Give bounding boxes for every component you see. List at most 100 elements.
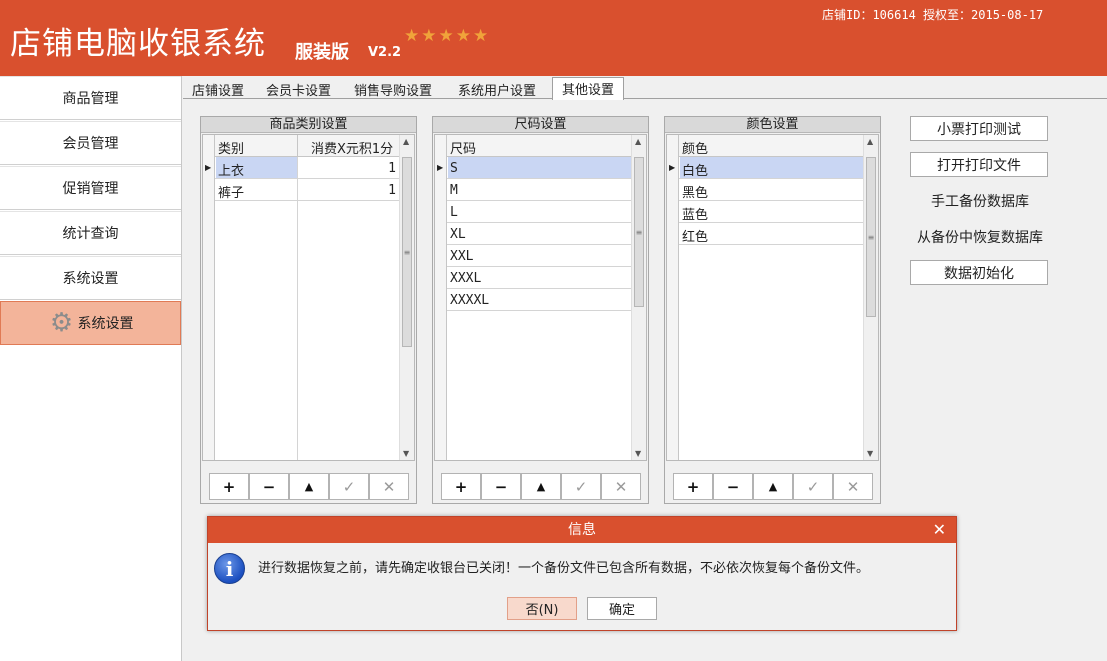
scroll-up-icon[interactable]: ▲ [403,137,409,146]
tab-store-settings[interactable]: 店铺设置 [183,79,253,99]
scroll-thumb[interactable]: ≡ [866,157,876,317]
table-row[interactable]: 红色 [667,223,865,245]
confirm-button[interactable]: ✓ [793,473,833,500]
cancel-edit-button[interactable]: ✕ [369,473,409,500]
row-header-cell [203,179,215,201]
rating-stars-icon: ★★★★★ [404,26,491,46]
column-header-points[interactable]: 消费X元积1分 [311,138,393,157]
scroll-thumb[interactable]: ≡ [634,157,644,307]
tab-system-user-settings[interactable]: 系统用户设置 [449,79,545,99]
table-row[interactable]: 裤子 1 [203,179,401,201]
confirm-button[interactable]: ✓ [561,473,601,500]
color-button-bar: + − ▲ ✓ ✕ [673,473,873,501]
table-row[interactable]: ▶ S [435,157,633,179]
color-value[interactable]: 黑色 [682,182,708,201]
close-icon[interactable]: ✕ [933,517,946,543]
sidebar-item-member[interactable]: 会员管理 [0,121,181,165]
open-print-file-button[interactable]: 打开打印文件 [910,152,1048,177]
size-value[interactable]: XXXXL [450,293,489,308]
cancel-edit-button[interactable]: ✕ [833,473,873,500]
category-points[interactable]: 1 [388,161,396,176]
move-up-button[interactable]: ▲ [521,473,561,500]
row-header-cell [667,201,679,223]
app-header: 店铺电脑收银系统 服装版 V2.2 ★★★★★ 店铺ID：106614 授权至：… [0,0,1107,76]
no-button[interactable]: 否(N) [507,597,577,620]
sidebar-item-statistics[interactable]: 统计查询 [0,211,181,255]
scroll-thumb[interactable]: ≡ [402,157,412,347]
table-row[interactable]: ▶ 白色 [667,157,865,179]
row-header-cell [435,223,447,245]
size-value[interactable]: M [450,183,458,198]
row-header-cell [435,179,447,201]
grid-header: 颜色 [667,135,865,157]
color-grid: 颜色 ▶ 白色 黑色 蓝色 红色 ▲ ≡ ▼ [666,134,879,461]
cancel-edit-button[interactable]: ✕ [601,473,641,500]
tab-member-card-settings[interactable]: 会员卡设置 [257,79,340,99]
size-value[interactable]: L [450,205,458,220]
scroll-down-icon[interactable]: ▼ [867,449,873,458]
table-row[interactable]: 黑色 [667,179,865,201]
vertical-scrollbar[interactable]: ▲ ≡ ▼ [399,135,414,460]
table-row[interactable]: XXXL [435,267,633,289]
remove-button[interactable]: − [481,473,521,500]
scroll-down-icon[interactable]: ▼ [403,449,409,458]
sidebar-item-promotion[interactable]: 促销管理 [0,166,181,210]
category-name[interactable]: 上衣 [218,160,244,179]
confirm-button[interactable]: ✓ [329,473,369,500]
table-row[interactable]: XXXXL [435,289,633,311]
size-value[interactable]: XXXL [450,271,481,286]
size-value[interactable]: S [450,161,458,176]
info-dialog: 信息 ✕ i 进行数据恢复之前，请先确定收银台已关闭！一个备份文件已包含所有数据… [207,516,957,631]
move-up-button[interactable]: ▲ [289,473,329,500]
table-row[interactable]: ▶ 上衣 1 [203,157,401,179]
tab-other-settings[interactable]: 其他设置 [552,77,625,100]
remove-button[interactable]: − [249,473,289,500]
add-button[interactable]: + [441,473,481,500]
scroll-down-icon[interactable]: ▼ [635,449,641,458]
table-row[interactable]: XL [435,223,633,245]
column-header-color[interactable]: 颜色 [682,138,708,157]
tab-sales-guide-settings[interactable]: 销售导购设置 [345,79,441,99]
edition-label: 服装版 [295,42,349,63]
vertical-scrollbar[interactable]: ▲ ≡ ▼ [631,135,646,460]
move-up-button[interactable]: ▲ [753,473,793,500]
scroll-up-icon[interactable]: ▲ [867,137,873,146]
table-row[interactable]: XXL [435,245,633,267]
panel-title: 尺码设置 [433,117,648,133]
restore-backup-link[interactable]: 从备份中恢复数据库 [900,227,1060,247]
color-value[interactable]: 红色 [682,226,708,245]
size-button-bar: + − ▲ ✓ ✕ [441,473,641,501]
column-divider [297,157,298,179]
column-header-size[interactable]: 尺码 [450,138,476,157]
sidebar-item-settings-active[interactable]: ⚙ 系统设置 [0,301,181,345]
table-row[interactable]: L [435,201,633,223]
size-value[interactable]: XL [450,227,466,242]
color-value[interactable]: 蓝色 [682,204,708,223]
add-button[interactable]: + [209,473,249,500]
sidebar-item-product[interactable]: 商品管理 [0,76,181,120]
manual-backup-link[interactable]: 手工备份数据库 [900,191,1060,211]
category-points[interactable]: 1 [388,183,396,198]
remove-button[interactable]: − [713,473,753,500]
dialog-title-bar: 信息 ✕ [208,517,956,543]
color-value[interactable]: 白色 [682,160,708,179]
category-name[interactable]: 裤子 [218,182,244,201]
receipt-print-test-button[interactable]: 小票打印测试 [910,116,1048,141]
column-header-category[interactable]: 类别 [218,138,244,157]
ok-button[interactable]: 确定 [587,597,657,620]
corner-cell [203,135,215,157]
panel-title: 颜色设置 [665,117,880,133]
size-value[interactable]: XXL [450,249,473,264]
dialog-message: 进行数据恢复之前，请先确定收银台已关闭！一个备份文件已包含所有数据，不必依次恢复… [258,561,870,576]
add-button[interactable]: + [673,473,713,500]
scroll-up-icon[interactable]: ▲ [635,137,641,146]
dialog-title: 信息 [568,522,596,538]
sidebar-item-label: 系统设置 [62,271,119,287]
table-row[interactable]: 蓝色 [667,201,865,223]
row-header-cell [435,267,447,289]
data-init-button[interactable]: 数据初始化 [910,260,1048,285]
vertical-scrollbar[interactable]: ▲ ≡ ▼ [863,135,878,460]
table-row[interactable]: M [435,179,633,201]
sidebar-item-settings[interactable]: 系统设置 [0,256,181,300]
cell-bg [448,157,633,178]
